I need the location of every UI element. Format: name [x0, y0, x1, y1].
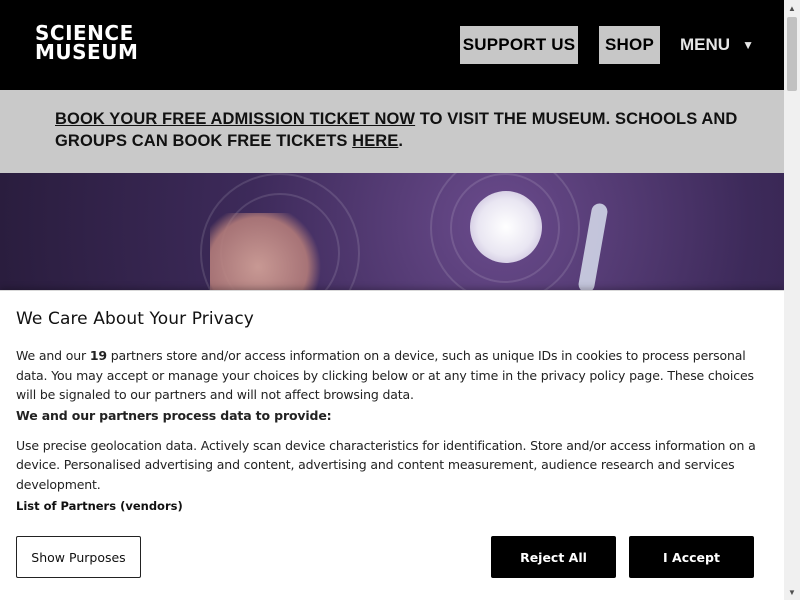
purposes-text: Use precise geolocation data. Actively s…: [16, 437, 756, 492]
privacy-intro-before: We and our: [16, 348, 90, 363]
triangle-down-icon: ▼: [742, 38, 754, 52]
list-of-partners-link[interactable]: List of Partners (vendors): [16, 499, 183, 513]
consent-actions: Show Purposes Reject All I Accept: [16, 536, 768, 578]
site-header: SCIENCE MUSEUM SUPPORT US SHOP MENU ▼: [0, 0, 784, 90]
process-heading: We and our partners process data to prov…: [16, 407, 332, 423]
privacy-title: We Care About Your Privacy: [16, 309, 254, 329]
privacy-intro-after: partners store and/or access information…: [16, 348, 754, 402]
support-us-button[interactable]: SUPPORT US: [460, 26, 578, 64]
scrollbar-thumb[interactable]: [787, 17, 797, 91]
menu-button[interactable]: MENU ▼: [680, 26, 754, 64]
logo-text-line2: MUSEUM: [35, 40, 139, 64]
hero-lamp: [470, 191, 542, 263]
privacy-intro: We and our 19 partners store and/or acce…: [16, 346, 768, 405]
scrollbar[interactable]: ▲ ▼: [784, 0, 800, 600]
admission-banner: BOOK YOUR FREE ADMISSION TICKET NOW TO V…: [0, 90, 784, 173]
privacy-dialog: We Care About Your Privacy We and our 19…: [0, 290, 784, 600]
page: SCIENCE MUSEUM SUPPORT US SHOP MENU ▼ BO…: [0, 0, 784, 600]
reject-all-button[interactable]: Reject All: [491, 536, 616, 578]
accept-button[interactable]: I Accept: [629, 536, 754, 578]
science-museum-logo[interactable]: SCIENCE MUSEUM: [35, 23, 139, 64]
arrow-down-icon[interactable]: ▼: [784, 584, 800, 600]
group-tickets-link[interactable]: HERE: [352, 132, 398, 150]
banner-period: .: [398, 132, 404, 150]
menu-label: MENU: [680, 35, 731, 54]
arrow-up-icon[interactable]: ▲: [784, 0, 800, 16]
hero-pipe: [577, 202, 609, 294]
book-ticket-link[interactable]: BOOK YOUR FREE ADMISSION TICKET NOW: [55, 110, 415, 128]
show-purposes-button[interactable]: Show Purposes: [16, 536, 141, 578]
partners-count: 19: [89, 348, 107, 363]
shop-button[interactable]: SHOP: [599, 26, 660, 64]
